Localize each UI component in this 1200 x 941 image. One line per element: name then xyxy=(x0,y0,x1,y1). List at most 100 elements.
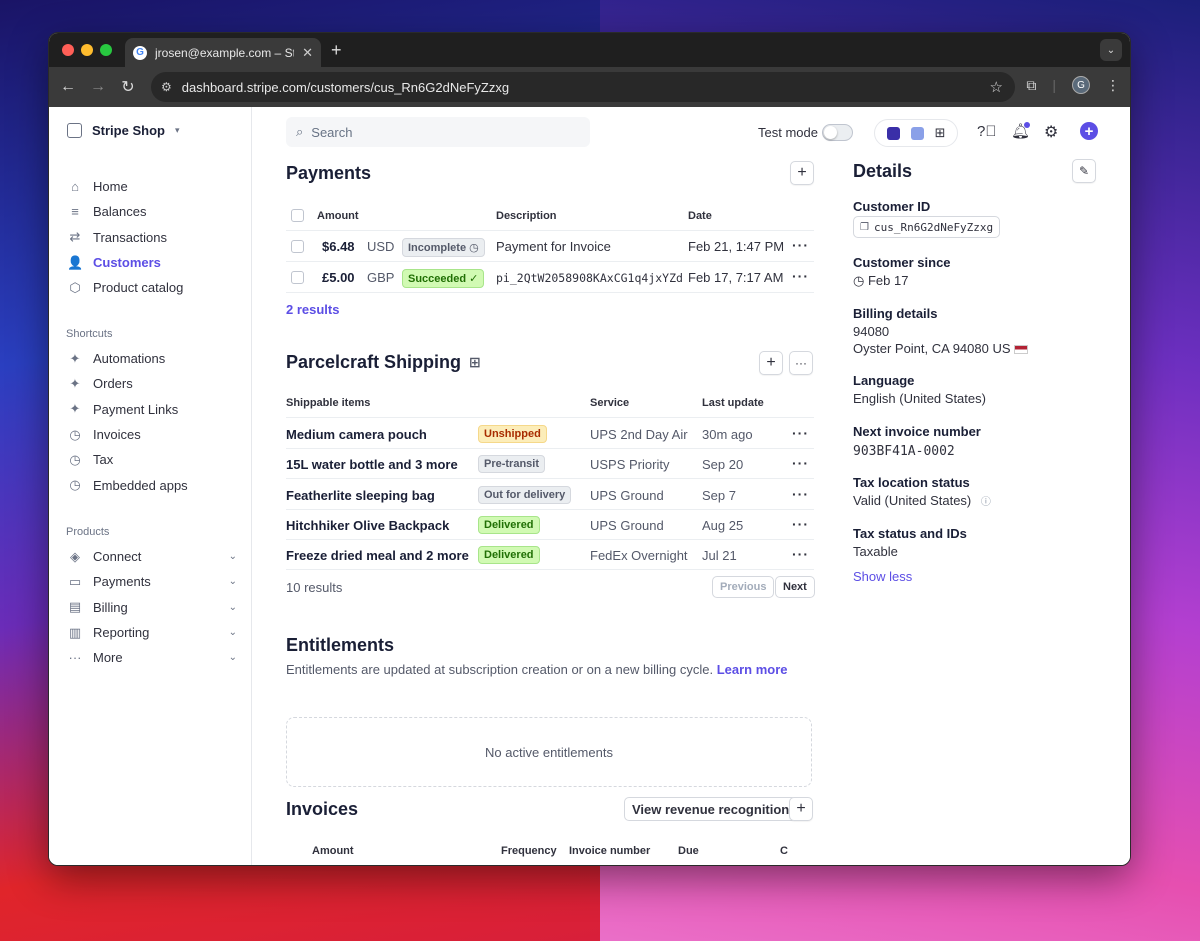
billing-details-label: Billing details xyxy=(853,306,938,321)
row-checkbox[interactable] xyxy=(291,271,304,284)
site-settings-icon[interactable]: ⚙ xyxy=(161,80,172,94)
col-invoice-number: Invoice number xyxy=(569,845,651,857)
add-payment-button[interactable]: + xyxy=(790,161,814,185)
status-badge: Succeeded ✓ xyxy=(402,269,485,288)
payment-description: pi_2QtW2058908KAxCG1q4jxYZd xyxy=(496,271,683,285)
receipt-icon: ▤ xyxy=(68,599,82,615)
shortcuts-heading: Shortcuts xyxy=(66,328,113,340)
close-window-button[interactable] xyxy=(62,44,74,56)
row-actions-icon[interactable]: ··· xyxy=(792,425,809,441)
row-actions-icon[interactable]: ··· xyxy=(792,516,809,532)
new-tab-icon[interactable]: + xyxy=(331,40,342,61)
minimize-window-button[interactable] xyxy=(81,44,93,56)
copy-customer-id-button[interactable]: ❐ cus_Rn6G2dNeFyZzxg xyxy=(853,216,1001,238)
select-all-checkbox[interactable] xyxy=(291,209,304,222)
sidebar-item-connect[interactable]: ◈ Connect ⌄ xyxy=(67,544,237,569)
browser-menu-icon[interactable]: ⋮ xyxy=(1106,77,1120,94)
tax-location-label: Tax location status xyxy=(853,475,970,490)
info-icon[interactable]: ⓘ xyxy=(981,497,991,508)
divider xyxy=(286,478,814,479)
url-input[interactable]: ⚙ dashboard.stripe.com/customers/cus_Rn6… xyxy=(151,72,1015,102)
close-tab-icon[interactable]: ✕ xyxy=(302,45,313,61)
reload-icon[interactable]: ↻ xyxy=(113,77,143,97)
shippable-item: Hitchhiker Olive Backpack xyxy=(286,518,450,533)
previous-page-button[interactable]: Previous xyxy=(712,576,775,598)
payment-currency: GBP xyxy=(367,270,395,285)
col-description: Description xyxy=(496,210,557,222)
edit-pencil-icon[interactable]: ✎ xyxy=(1072,159,1096,183)
sidebar-item-payment-links[interactable]: ✦ Payment Links xyxy=(67,397,237,422)
divider xyxy=(286,569,814,570)
store-icon xyxy=(67,123,82,138)
maximize-window-button[interactable] xyxy=(100,44,112,56)
shipping-more-button[interactable]: ··· xyxy=(789,351,813,375)
row-checkbox[interactable] xyxy=(291,240,304,253)
sidebar-item-label: Payment Links xyxy=(93,401,179,417)
clock-icon: ◷ xyxy=(469,242,479,254)
add-invoice-button[interactable]: + xyxy=(789,797,813,821)
row-actions-icon[interactable]: ··· xyxy=(792,546,809,562)
bookmark-star-icon[interactable]: ☆ xyxy=(990,78,1003,96)
sidebar-item-customers[interactable]: 👤 Customers xyxy=(67,250,237,275)
row-actions-icon[interactable]: ··· xyxy=(792,486,809,502)
col-last-update: Last update xyxy=(702,397,764,409)
status-badge: Incomplete ◷ xyxy=(402,238,485,257)
row-actions-icon[interactable]: ··· xyxy=(792,237,809,253)
sidebar-item-automations[interactable]: ✦ Automations xyxy=(67,346,237,371)
add-shipment-button[interactable]: + xyxy=(759,351,783,375)
customer-since-value: ◷ Feb 17 xyxy=(853,273,908,289)
row-actions-icon[interactable]: ··· xyxy=(792,455,809,471)
clock-icon: ◷ xyxy=(69,451,81,467)
sidebar-item-orders[interactable]: ✦ Orders xyxy=(67,371,237,396)
balances-icon: ≡ xyxy=(71,204,79,220)
sidebar-item-label: Billing xyxy=(93,599,128,615)
sidebar-item-product-catalog[interactable]: ⬡ Product catalog xyxy=(67,275,237,300)
profile-avatar[interactable]: G xyxy=(1072,76,1090,94)
shippable-item: Medium camera pouch xyxy=(286,427,427,442)
sidebar-item-transactions[interactable]: ⇄ Transactions xyxy=(67,225,237,250)
sidebar-item-label: Product catalog xyxy=(93,280,184,296)
back-icon[interactable]: ← xyxy=(53,78,83,96)
shipping-service: FedEx Overnight xyxy=(590,548,688,563)
shipping-service: UPS Ground xyxy=(590,518,664,533)
sidebar-item-embedded-apps[interactable]: ◷ Embedded apps xyxy=(67,472,237,497)
us-flag-icon xyxy=(1014,345,1029,355)
sidebar-item-payments[interactable]: ▭ Payments ⌄ xyxy=(67,569,237,594)
search-input[interactable]: ⌕ Search xyxy=(286,117,590,147)
customer-id-label: Customer ID xyxy=(853,199,931,214)
forward-icon[interactable]: → xyxy=(83,78,113,96)
chevron-down-icon: ⌄ xyxy=(228,551,237,563)
view-revenue-recognition-button[interactable]: View revenue recognition xyxy=(624,797,798,821)
billing-address-text: Oyster Point, CA 94080 US xyxy=(853,341,1011,356)
account-switcher[interactable]: Stripe Shop ▾ xyxy=(67,123,179,138)
last-update: Sep 20 xyxy=(702,457,744,472)
chevron-down-icon: ⌄ xyxy=(228,627,237,639)
extensions-icon[interactable]: ⧉ xyxy=(1026,77,1036,94)
sidebar-item-more[interactable]: ··· More ⌄ xyxy=(67,645,238,670)
sidebar-item-balances[interactable]: ≡ Balances xyxy=(67,199,237,224)
sidebar-item-home[interactable]: ⌂ Home xyxy=(67,174,237,199)
payments-results-link[interactable]: 2 results xyxy=(286,302,339,317)
customer-id-value: cus_Rn6G2dNeFyZzxg xyxy=(873,220,994,234)
last-update: Jul 21 xyxy=(702,548,737,563)
row-actions-icon[interactable]: ··· xyxy=(792,268,809,284)
learn-more-link[interactable]: Learn more xyxy=(717,662,788,677)
sidebar-item-tax[interactable]: ◷ Tax xyxy=(67,447,237,472)
shipping-title-text: Parcelcraft Shipping xyxy=(286,352,462,372)
next-page-button[interactable]: Next xyxy=(775,576,815,598)
invoices-title: Invoices xyxy=(286,799,359,819)
payment-date: Feb 21, 1:47 PM xyxy=(688,239,785,254)
sidebar-item-label: Invoices xyxy=(93,427,141,443)
sidebar-item-billing[interactable]: ▤ Billing ⌄ xyxy=(67,595,237,620)
chevron-down-icon: ⌄ xyxy=(228,601,237,613)
billing-line2: Oyster Point, CA 94080 US xyxy=(853,341,1029,356)
tab-search-icon[interactable]: ⌄ xyxy=(1100,39,1122,61)
show-less-link[interactable]: Show less xyxy=(853,569,912,584)
browser-window: G jrosen@example.com – Stripe ✕ + ⌄ ← → … xyxy=(48,32,1131,866)
sidebar-item-invoices[interactable]: ◷ Invoices xyxy=(67,422,237,447)
col-due: Due xyxy=(678,845,699,857)
test-mode-toggle[interactable] xyxy=(822,124,853,141)
browser-tab[interactable]: G jrosen@example.com – Stripe ✕ xyxy=(125,38,321,67)
sidebar-item-reporting[interactable]: ▥ Reporting ⌄ xyxy=(67,620,237,645)
pin-icon: ✦ xyxy=(69,350,81,366)
